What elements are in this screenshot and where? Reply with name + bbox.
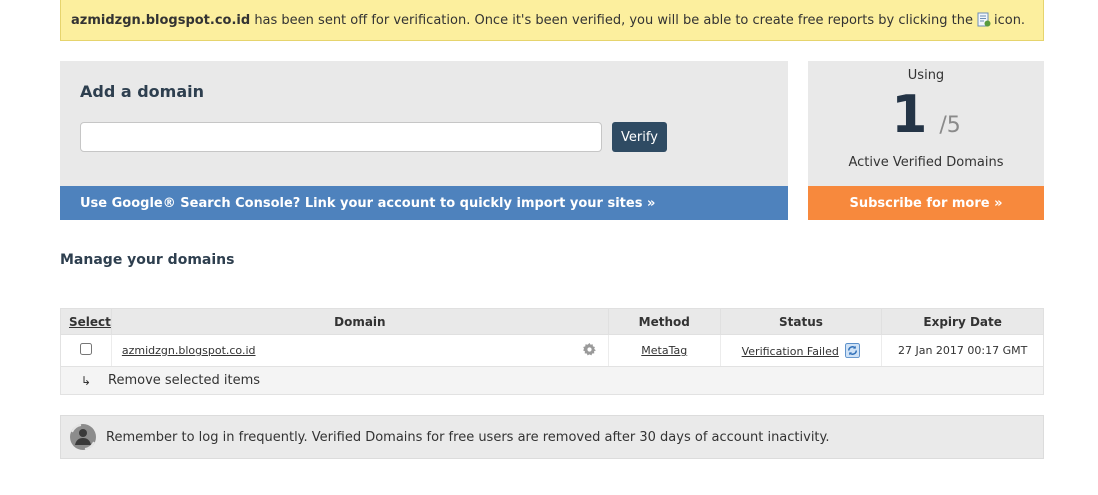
table-header-row: Select Domain Method Status Expiry Date — [60, 308, 1044, 335]
domain-input[interactable] — [80, 122, 602, 152]
row-checkbox[interactable] — [79, 343, 92, 355]
active-verified-label: Active Verified Domains — [848, 155, 1004, 170]
remove-selected-row: ↳ Remove selected items — [60, 367, 1044, 395]
return-arrow-icon: ↳ — [80, 373, 92, 388]
search-console-link[interactable]: Use Google® Search Console? Link your ac… — [60, 186, 788, 220]
verify-button[interactable]: Verify — [612, 122, 667, 152]
row-domain-cell: azmidzgn.blogspot.co.id — [110, 334, 609, 367]
method-column-header: Method — [607, 308, 721, 335]
inactivity-reminder: Remember to log in frequently. Verified … — [60, 415, 1044, 459]
refresh-icon[interactable] — [845, 343, 861, 358]
usage-panel: Using 1 /5 Active Verified Domains Subsc… — [808, 61, 1044, 220]
report-icon — [977, 12, 991, 27]
select-column-header[interactable]: Select — [60, 308, 112, 335]
domain-link[interactable]: azmidzgn.blogspot.co.id — [122, 344, 256, 357]
using-label: Using — [907, 68, 945, 83]
domain-count: 1 /5 — [808, 85, 1044, 145]
reminder-text: Remember to log in frequently. Verified … — [106, 429, 830, 445]
expiry-column-header: Expiry Date — [881, 308, 1044, 335]
used-count: 1 — [891, 85, 928, 145]
table-row: azmidzgn.blogspot.co.id MetaTag Verifica… — [60, 334, 1044, 367]
add-domain-panel: Add a domain Verify Use Google® Search C… — [60, 61, 788, 220]
gear-icon[interactable] — [582, 343, 596, 356]
subscribe-button[interactable]: Subscribe for more » — [808, 186, 1044, 220]
row-method-cell: MetaTag — [607, 334, 721, 367]
manage-domains-title: Manage your domains — [60, 252, 235, 268]
add-domain-title: Add a domain — [80, 82, 205, 101]
user-refresh-icon — [70, 424, 96, 450]
status-column-header: Status — [719, 308, 883, 335]
method-link[interactable]: MetaTag — [641, 344, 687, 357]
remove-selected-link[interactable]: Remove selected items — [108, 373, 260, 388]
domain-column-header: Domain — [110, 308, 609, 335]
row-expiry-cell: 27 Jan 2017 00:17 GMT — [881, 334, 1044, 367]
verification-notice: azmidzgn.blogspot.co.id has been sent of… — [60, 0, 1044, 41]
notice-message: has been sent off for verification. Once… — [250, 12, 973, 28]
status-link[interactable]: Verification Failed — [742, 345, 839, 358]
row-status-cell: Verification Failed — [719, 334, 882, 367]
notice-domain: azmidzgn.blogspot.co.id — [71, 12, 251, 28]
total-count: /5 — [939, 113, 961, 138]
notice-message-end: icon. — [993, 12, 1026, 28]
row-select-cell — [60, 334, 112, 367]
domains-table: Select Domain Method Status Expiry Date … — [60, 308, 1044, 367]
